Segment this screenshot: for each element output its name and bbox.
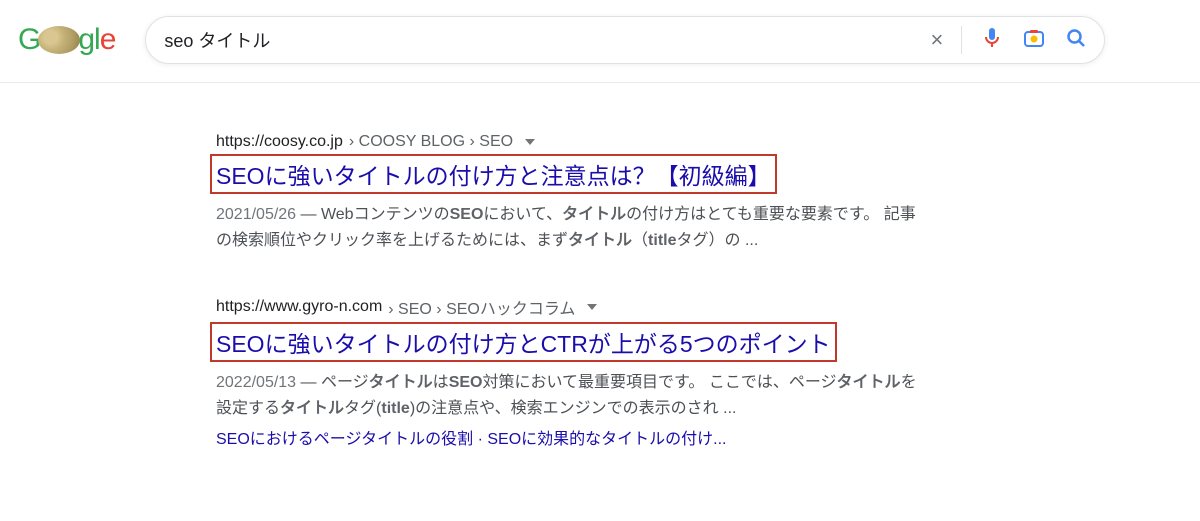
result-date: 2021/05/26 bbox=[216, 206, 296, 223]
result-title[interactable]: SEOに強いタイトルの付け方とCTRが上がる5つのポイント bbox=[216, 325, 831, 359]
search-bar-icons: × bbox=[931, 26, 1089, 55]
title-highlight-box: SEOに強いタイトルの付け方とCTRが上がる5つのポイント bbox=[210, 322, 837, 362]
result-date: 2022/05/13 bbox=[216, 374, 296, 391]
search-icon[interactable] bbox=[1064, 26, 1088, 55]
divider bbox=[961, 26, 962, 54]
clear-icon[interactable]: × bbox=[931, 27, 944, 53]
result-path: › COOSY BLOG › SEO bbox=[349, 133, 513, 151]
chevron-down-icon[interactable] bbox=[525, 139, 535, 145]
chevron-down-icon[interactable] bbox=[587, 304, 597, 310]
result-domain: https://www.gyro-n.com bbox=[216, 298, 382, 316]
result-title[interactable]: SEOに強いタイトルの付け方と注意点は？【初級編】 bbox=[216, 157, 771, 191]
breadcrumb[interactable]: https://www.gyro-n.com › SEO › SEOハックコラム bbox=[216, 295, 920, 319]
result-item: https://coosy.co.jp › COOSY BLOG › SEO S… bbox=[216, 133, 920, 253]
search-bar: × bbox=[145, 16, 1105, 64]
result-item: https://www.gyro-n.com › SEO › SEOハックコラム… bbox=[216, 295, 920, 449]
google-logo[interactable]: Ggle bbox=[18, 23, 115, 57]
header: Ggle × bbox=[0, 0, 1200, 83]
logo-doodle-icon bbox=[38, 26, 80, 54]
breadcrumb[interactable]: https://coosy.co.jp › COOSY BLOG › SEO bbox=[216, 133, 920, 151]
camera-icon[interactable] bbox=[1022, 26, 1046, 55]
result-snippet: 2022/05/13 — ページタイトルはSEO対策において最重要項目です。 こ… bbox=[216, 370, 920, 421]
result-path: › SEO › SEOハックコラム bbox=[388, 295, 575, 319]
result-snippet: 2021/05/26 — WebコンテンツのSEOにおいて、タイトルの付け方はと… bbox=[216, 202, 920, 253]
result-sitelinks[interactable]: SEOにおけるページタイトルの役割 · SEOに効果的なタイトルの付け... bbox=[216, 425, 920, 449]
mic-icon[interactable] bbox=[980, 26, 1004, 55]
result-domain: https://coosy.co.jp bbox=[216, 133, 343, 151]
title-highlight-box: SEOに強いタイトルの付け方と注意点は？【初級編】 bbox=[210, 154, 777, 194]
search-results: https://coosy.co.jp › COOSY BLOG › SEO S… bbox=[0, 83, 920, 521]
search-input[interactable] bbox=[162, 29, 930, 52]
